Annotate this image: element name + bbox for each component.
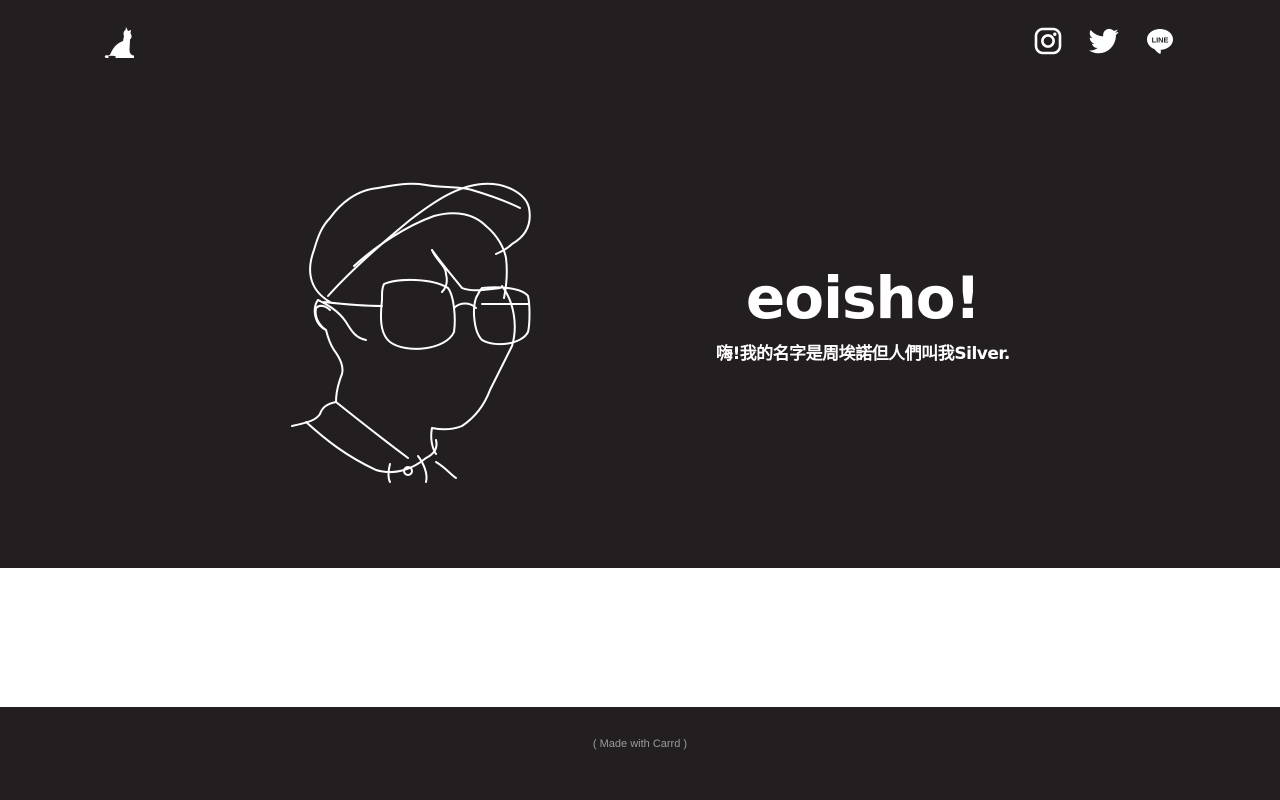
twitter-icon[interactable] [1089,26,1119,56]
footer: ( Made with Carrd ) [0,707,1280,800]
site-title: eoisho! [745,264,981,332]
blank-band [0,568,1280,707]
tagline: 嗨!我的名字是周埃諾但人們叫我Silver. [716,344,1010,364]
hero-section: LINE eoisho! 嗨!我的名字是周埃諾但人們叫我Silver. [0,0,1280,568]
line-icon[interactable]: LINE [1145,26,1175,56]
hero-text-block: eoisho! 嗨!我的名字是周埃諾但人們叫我Silver. [660,262,1066,366]
cat-logo-icon[interactable] [102,24,138,60]
line-badge-text: LINE [1152,35,1169,44]
made-with-carrd-link[interactable]: ( Made with Carrd ) [0,738,1280,750]
portrait-illustration [291,182,531,483]
instagram-icon[interactable] [1033,26,1063,56]
